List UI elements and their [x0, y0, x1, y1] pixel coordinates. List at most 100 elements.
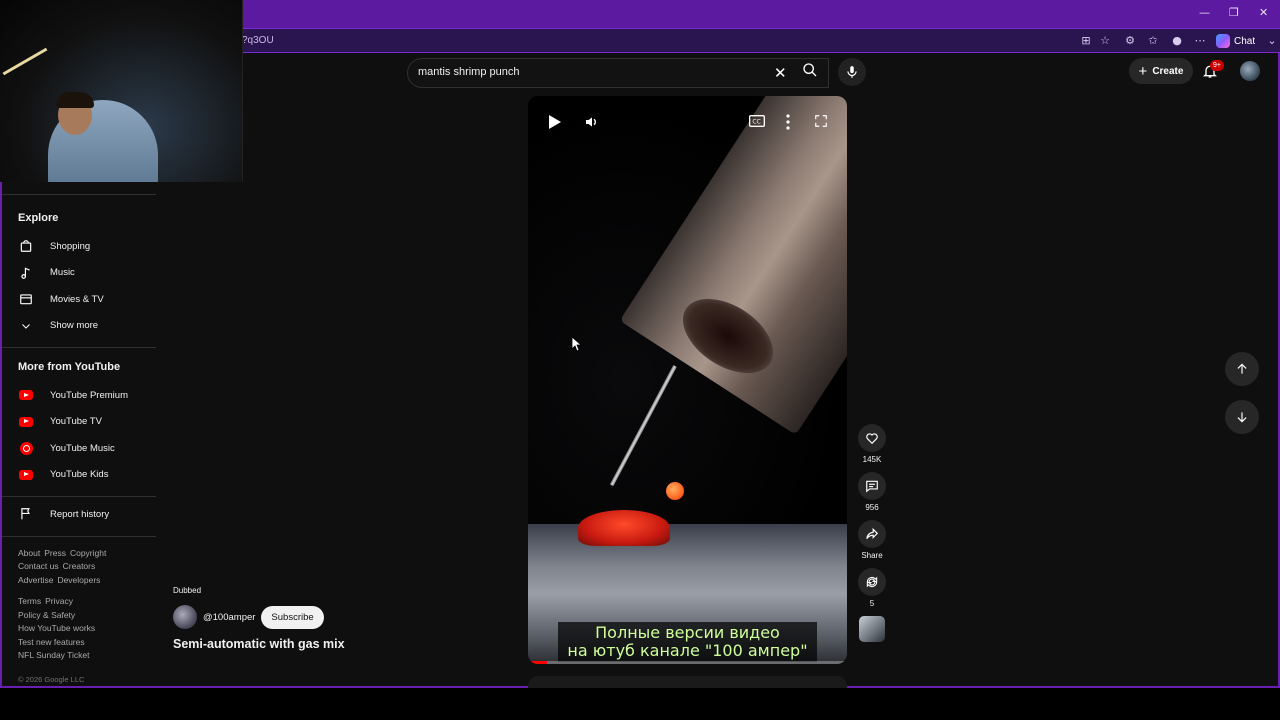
footer-link-about[interactable]: About: [18, 548, 40, 558]
favorite-star-icon[interactable]: ☆: [1097, 33, 1113, 49]
copilot-chat-button[interactable]: Chat: [1216, 32, 1255, 50]
extension-icon[interactable]: ⚙: [1122, 33, 1138, 49]
url-text[interactable]: ?q3OU: [242, 35, 274, 46]
sidebar-item-youtube-tv[interactable]: YouTube TV: [2, 409, 158, 436]
more-menu-icon[interactable]: ⋯: [1192, 33, 1208, 49]
sidebar-item-youtube-kids[interactable]: YouTube Kids: [2, 462, 158, 489]
chevron-down-icon: [18, 318, 34, 334]
more-options-icon[interactable]: [786, 114, 790, 135]
chat-label: Chat: [1234, 35, 1256, 47]
youtube-header: ✕ + Create 9+: [244, 54, 1278, 94]
sidebar-item-label: YouTube Premium: [50, 389, 128, 401]
mouse-cursor-icon: [571, 336, 583, 356]
comment-icon: [866, 480, 878, 493]
sidebar-item-report-history[interactable]: Report history: [2, 501, 158, 528]
fullscreen-icon[interactable]: [814, 114, 828, 133]
close-icon[interactable]: ✕: [1259, 6, 1268, 19]
comments-button[interactable]: [858, 472, 886, 500]
sidebar-item-youtube-music[interactable]: YouTube Music: [2, 435, 158, 462]
voice-search-button[interactable]: [838, 58, 866, 86]
play-icon[interactable]: [548, 114, 562, 135]
channel-avatar[interactable]: [173, 605, 197, 629]
previous-short-button[interactable]: [1225, 352, 1259, 386]
footer-link-how-youtube-works[interactable]: How YouTube works: [18, 623, 95, 633]
search-icon[interactable]: [802, 62, 818, 83]
profile-icon[interactable]: ●: [1169, 33, 1185, 49]
restore-icon[interactable]: ❐: [1229, 6, 1239, 19]
footer-links-primary: About Press Copyright Contact us Creators A…: [2, 547, 158, 588]
create-label: Create: [1152, 65, 1184, 77]
sidebar-item-label: YouTube TV: [50, 416, 102, 428]
closed-captions-icon[interactable]: CC: [749, 114, 765, 133]
webcam-overlay: [0, 0, 243, 182]
subscribe-button[interactable]: Subscribe: [261, 605, 324, 629]
sound-thumbnail[interactable]: [859, 616, 885, 642]
arrow-up-icon: [1237, 363, 1247, 374]
sidebar-divider: [2, 347, 156, 348]
sidebar-item-label: YouTube Music: [50, 442, 115, 454]
shorts-actions: 145K 956 Share 5: [856, 424, 888, 650]
sidebar-item-shopping[interactable]: Shopping: [2, 233, 158, 260]
footer-link-advertise[interactable]: Advertise: [18, 575, 53, 585]
subtitle-line-2: на ютуб канале "100 ампер": [567, 641, 808, 660]
video-progress-bar[interactable]: [528, 661, 847, 664]
sidebar-heading-explore: Explore: [18, 212, 59, 224]
arrow-down-icon: [1237, 412, 1247, 423]
footer-link-policy-safety[interactable]: Policy & Safety: [18, 610, 75, 620]
youtube-premium-icon: [19, 390, 33, 401]
favorites-icon[interactable]: ✩: [1145, 33, 1161, 49]
remix-icon: [866, 576, 878, 588]
footer-link-press[interactable]: Press: [44, 548, 66, 558]
footer-link-developers[interactable]: Developers: [57, 575, 100, 585]
footer-link-test-new-features[interactable]: Test new features: [18, 637, 85, 647]
short-info-panel: Dubbed @100amper Subscribe Semi-automati…: [173, 586, 473, 651]
share-button[interactable]: [858, 520, 886, 548]
video-subtitle: Полные версии видео на ютуб канале "100 …: [558, 622, 817, 662]
share-label: Share: [861, 551, 883, 560]
next-short-button[interactable]: [1225, 400, 1259, 434]
sidebar-item-youtube-premium[interactable]: YouTube Premium: [2, 382, 158, 409]
minimize-icon[interactable]: —: [1199, 6, 1210, 19]
sidebar-item-label: Report history: [50, 508, 110, 520]
video-progress-fill: [528, 661, 548, 664]
microphone-icon: [847, 66, 857, 78]
footer-link-privacy[interactable]: Privacy: [45, 596, 73, 606]
footer-link-terms[interactable]: Terms: [18, 596, 41, 606]
footer-link-nfl-sunday-ticket[interactable]: NFL Sunday Ticket: [18, 650, 90, 660]
shorts-video-player[interactable]: CC Полные версии видео на ютуб канале "1…: [528, 96, 847, 664]
short-title[interactable]: Semi-automatic with gas mix: [173, 637, 473, 651]
music-note-icon: [18, 265, 34, 281]
channel-name[interactable]: @100amper: [203, 612, 255, 623]
sidebar-divider: [2, 496, 156, 497]
footer-link-contact[interactable]: Contact us: [18, 561, 59, 571]
footer-link-creators[interactable]: Creators: [63, 561, 96, 571]
channel-row: @100amper Subscribe: [173, 605, 473, 629]
create-button[interactable]: + Create: [1129, 58, 1193, 84]
sidebar-item-music[interactable]: Music: [2, 260, 158, 287]
youtube-music-icon: [19, 441, 33, 455]
sidebar-item-movies-tv[interactable]: Movies & TV: [2, 286, 158, 313]
webcam-background-light: [2, 47, 48, 76]
search-box[interactable]: ✕: [407, 58, 829, 88]
comment-count: 956: [865, 503, 879, 512]
remix-count: 5: [869, 599, 875, 608]
sidebar-item-show-more[interactable]: Show more: [2, 313, 158, 340]
sidebar-item-label: Show more: [50, 320, 99, 332]
footer-links-secondary: Terms Privacy Policy & Safety How YouTube…: [2, 595, 158, 663]
sidebar-divider: [2, 194, 156, 195]
footer-link-copyright[interactable]: Copyright: [70, 548, 106, 558]
clear-search-icon[interactable]: ✕: [774, 64, 787, 82]
search-input[interactable]: [418, 66, 758, 78]
svg-text:CC: CC: [752, 119, 760, 126]
youtube-kids-icon: [19, 469, 33, 480]
dropdown-chevron-icon[interactable]: ⌄: [1264, 33, 1280, 49]
video-molten-blob: [578, 510, 670, 546]
app-available-icon[interactable]: ⊞: [1078, 33, 1094, 49]
next-short-preview[interactable]: [528, 676, 847, 688]
volume-icon[interactable]: [584, 114, 600, 135]
account-avatar[interactable]: [1240, 61, 1260, 81]
like-button[interactable]: [858, 424, 886, 452]
remix-button[interactable]: [858, 568, 886, 596]
copyright-text: © 2026 Google LLC: [18, 674, 85, 684]
clapperboard-icon: [18, 291, 34, 307]
